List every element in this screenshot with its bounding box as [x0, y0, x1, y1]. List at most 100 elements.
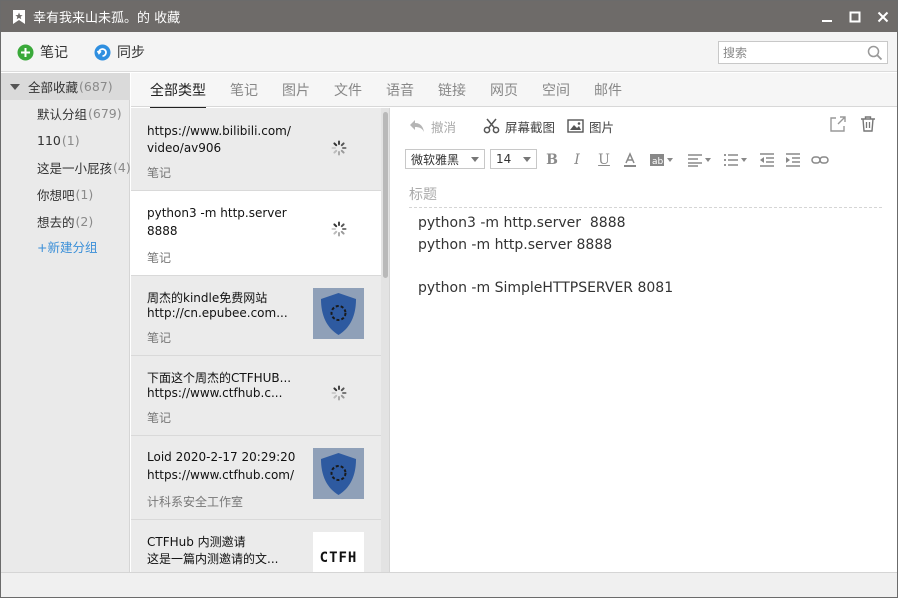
sidebar-item-label: 默认分组	[37, 106, 88, 122]
note-line2: https://www.ctfhub.c...	[147, 386, 283, 400]
font-family-value: 微软雅黑	[411, 152, 460, 167]
italic-icon[interactable]: I	[568, 151, 586, 169]
font-size-value: 14	[496, 152, 512, 166]
bold-icon[interactable]: B	[543, 151, 561, 169]
window-controls	[813, 1, 897, 32]
chevron-down-icon	[471, 157, 479, 162]
note-line1: Loid 2020-2-17 20:29:20	[147, 450, 296, 464]
undo-button[interactable]: 撤消	[409, 116, 456, 136]
new-note-label: 笔记	[40, 45, 68, 61]
note-tag: 笔记	[147, 166, 172, 180]
sidebar-item-count: (2)	[75, 213, 94, 229]
shield-thumbnail-icon	[313, 288, 364, 339]
list-item[interactable]: CTFHub 内测邀请 这是一篇内测邀请的文... CTFH	[131, 520, 381, 572]
sidebar-item-label: 想去的	[37, 214, 75, 230]
search-box	[718, 41, 888, 64]
tab-mail[interactable]: 邮件	[594, 80, 622, 100]
window-title: 幸有我来山未孤。的 收藏	[33, 11, 181, 26]
underline-icon[interactable]: U	[595, 151, 613, 169]
font-family-select[interactable]: 微软雅黑	[405, 149, 485, 169]
link-icon[interactable]	[811, 153, 829, 167]
tab-links[interactable]: 链接	[438, 80, 466, 100]
loading-spinner-icon	[331, 140, 347, 156]
sidebar-item-count: (4)	[113, 159, 131, 175]
scissors-icon	[483, 118, 500, 134]
maximize-icon	[849, 11, 861, 22]
tab-webpages[interactable]: 网页	[490, 80, 518, 100]
list-item[interactable]: https://www.bilibili.com/ video/av906 笔记	[131, 108, 381, 191]
tab-files[interactable]: 文件	[334, 80, 362, 100]
note-body-line: python3 -m http.server 8888	[418, 215, 626, 231]
expand-arrow-icon[interactable]	[10, 83, 20, 90]
sidebar-item-110[interactable]: 110 (1)	[37, 129, 80, 151]
note-line1: python3 -m http.server	[147, 206, 287, 220]
shield-thumbnail-icon	[313, 448, 364, 499]
screenshot-button[interactable]: 屏幕截图	[483, 116, 555, 136]
undo-label: 撤消	[431, 119, 457, 135]
font-color-icon[interactable]	[621, 151, 639, 169]
plus-circle-icon	[17, 44, 34, 60]
note-body-line: python -m http.server 8888	[418, 236, 613, 253]
note-line1: https://www.bilibili.com/	[147, 124, 291, 138]
note-tag: 笔记	[147, 411, 172, 425]
trash-icon[interactable]	[859, 115, 877, 133]
sidebar-item-kid[interactable]: 这是一小屁孩 (4)	[37, 156, 131, 178]
highlight-icon[interactable]: ab	[649, 153, 675, 167]
note-line1: 下面这个周杰的CTFHUB...	[147, 371, 292, 385]
undo-icon	[410, 120, 424, 132]
sync-icon	[94, 44, 111, 60]
tab-voice[interactable]: 语音	[386, 80, 414, 100]
insert-image-button[interactable]: 图片	[567, 116, 614, 136]
title-bar: 幸有我来山未孤。的 收藏	[1, 1, 897, 32]
minimize-button[interactable]	[813, 1, 841, 32]
outdent-icon[interactable]	[759, 153, 775, 167]
list-item[interactable]: Loid 2020-2-17 20:29:20 https://www.ctfh…	[131, 436, 381, 520]
align-icon[interactable]	[687, 153, 713, 167]
note-body-line: python -m SimpleHTTPSERVER 8081	[418, 279, 674, 296]
new-group-button[interactable]: +新建分组	[37, 237, 97, 256]
bookmark-icon	[13, 9, 25, 24]
list-scrollbar[interactable]	[381, 108, 389, 572]
sidebar-item-default[interactable]: 默认分组 (679)	[37, 102, 122, 124]
svg-text:ab: ab	[652, 157, 664, 167]
sync-button[interactable]: 同步	[94, 41, 145, 63]
note-list: https://www.bilibili.com/ video/av906 笔记…	[131, 108, 390, 572]
share-icon[interactable]	[829, 115, 847, 133]
new-note-button[interactable]: 笔记	[17, 41, 68, 63]
tab-qzone[interactable]: 空间	[542, 80, 570, 100]
sidebar-item-think[interactable]: 你想吧 (1)	[37, 183, 93, 205]
tab-all-types[interactable]: 全部类型	[150, 80, 206, 109]
tab-notes[interactable]: 笔记	[230, 80, 258, 100]
list-scrollbar-thumb[interactable]	[383, 112, 388, 278]
sidebar-item-count: (679)	[88, 105, 122, 121]
note-line2: 8888	[147, 224, 178, 238]
sidebar-item-all[interactable]: 全部收藏 (687)	[1, 73, 130, 100]
sidebar: 全部收藏 (687) 默认分组 (679) 110 (1) 这是一小屁孩 (4) 你想吧…	[1, 73, 131, 572]
status-bar	[1, 572, 897, 597]
note-title-input[interactable]	[409, 186, 882, 203]
sidebar-item-label: 110	[37, 132, 61, 148]
note-editor: 撤消 屏幕截图 图片 微软雅黑 14 B I U ab 标题 python3 -…	[391, 108, 897, 572]
note-tag: 笔记	[147, 331, 172, 345]
close-icon	[877, 11, 889, 22]
list-item[interactable]: 下面这个周杰的CTFHUB... https://www.ctfhub.c...…	[131, 356, 381, 436]
list-icon[interactable]	[723, 153, 749, 167]
search-icon[interactable]	[867, 45, 883, 61]
list-item-selected[interactable]: python3 -m http.server 8888 笔记	[131, 191, 381, 276]
list-item[interactable]: 周杰的kindle免费网站 http://cn.epubee.com... 笔记	[131, 276, 381, 356]
sidebar-item-label: 这是一小屁孩	[37, 160, 113, 176]
note-body-line	[418, 256, 878, 278]
sidebar-item-wish[interactable]: 想去的 (2)	[37, 210, 93, 232]
sidebar-root-label: 全部收藏	[28, 80, 79, 95]
note-line2: 这是一篇内测邀请的文...	[147, 552, 279, 566]
close-button[interactable]	[869, 1, 897, 32]
image-label: 图片	[589, 119, 615, 135]
indent-icon[interactable]	[785, 153, 801, 167]
tab-images[interactable]: 图片	[282, 80, 310, 100]
minimize-icon	[822, 19, 832, 22]
note-tag: 笔记	[147, 251, 172, 265]
maximize-button[interactable]	[841, 1, 869, 32]
font-size-select[interactable]: 14	[490, 149, 537, 169]
search-input[interactable]	[723, 42, 863, 63]
note-body[interactable]: python3 -m http.server 8888 python -m ht…	[418, 213, 878, 299]
